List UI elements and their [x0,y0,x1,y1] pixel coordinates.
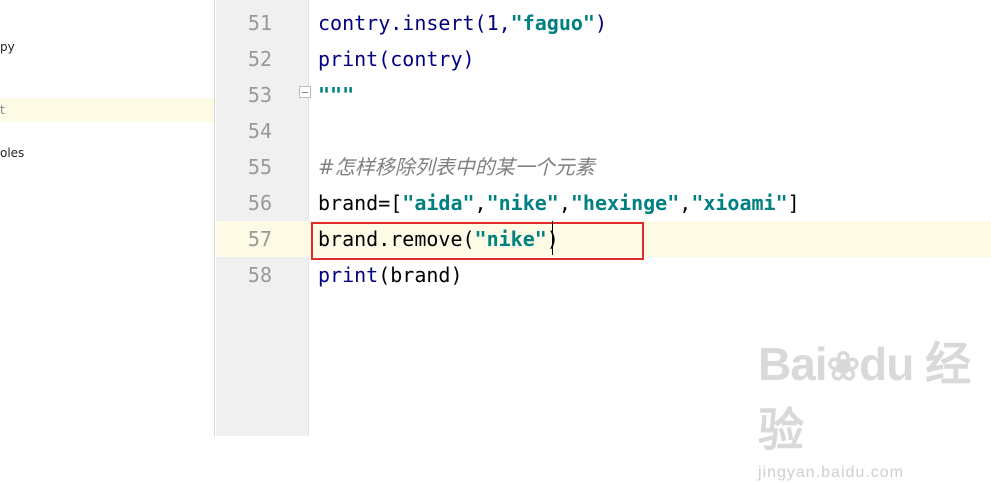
code-token: """ [318,83,355,107]
paw-icon: ❀ [826,345,861,389]
code-line[interactable]: print(brand) [318,257,463,293]
code-token: (brand) [378,263,463,287]
sidebar-item-scratches[interactable]: oles [0,141,214,165]
code-line[interactable]: contry.insert(1,"faguo") [318,5,607,41]
code-token: print [318,263,379,287]
code-token: #怎样移除列表中的某一个元素 [318,155,595,179]
sidebar-item-file[interactable]: py [0,35,214,59]
line-number: 53 [247,83,272,107]
line-number: 51 [247,11,272,35]
code-line[interactable]: #怎样移除列表中的某一个元素 [318,149,595,185]
fold-marker-icon[interactable] [299,86,311,98]
code-token: brand=[ [318,191,403,215]
code-line[interactable]: print(contry) [318,41,475,77]
code-token: contry.insert(1, [318,11,511,35]
code-token: ] [787,191,800,215]
line-number: 54 [247,119,272,143]
text-caret [552,221,553,255]
code-token: , [558,191,571,215]
line-number: 57 [247,227,272,251]
code-token: , [474,191,487,215]
sidebar-item-label: py [0,40,15,54]
baidu-logo: Bai❀du 经验 [758,338,971,456]
code-token: "faguo" [510,11,595,35]
code-token: "hexinge" [570,191,680,215]
line-number: 52 [247,47,272,71]
code-line[interactable]: """ [318,77,354,113]
baidu-watermark: Bai❀du 经验 jingyan.baidu.com [758,328,990,481]
sidebar-item-label: t [0,103,5,117]
highlight-box [311,222,644,260]
code-line[interactable]: brand=["aida","nike","hexinge","xioami"] [318,185,800,221]
code-token: , [679,191,692,215]
code-token: "xioami" [691,191,788,215]
code-token: print(contry) [318,47,475,71]
line-number: 56 [247,191,272,215]
code-token: "aida" [402,191,475,215]
sidebar-item-label: oles [0,146,25,160]
code-token: ) [594,11,607,35]
project-sidebar: py t oles [0,0,215,436]
code-token: "nike" [486,191,559,215]
sidebar-item-selected[interactable]: t [0,98,214,122]
line-number: 58 [247,263,272,287]
watermark-url: jingyan.baidu.com [758,464,904,481]
line-number: 55 [247,155,272,179]
